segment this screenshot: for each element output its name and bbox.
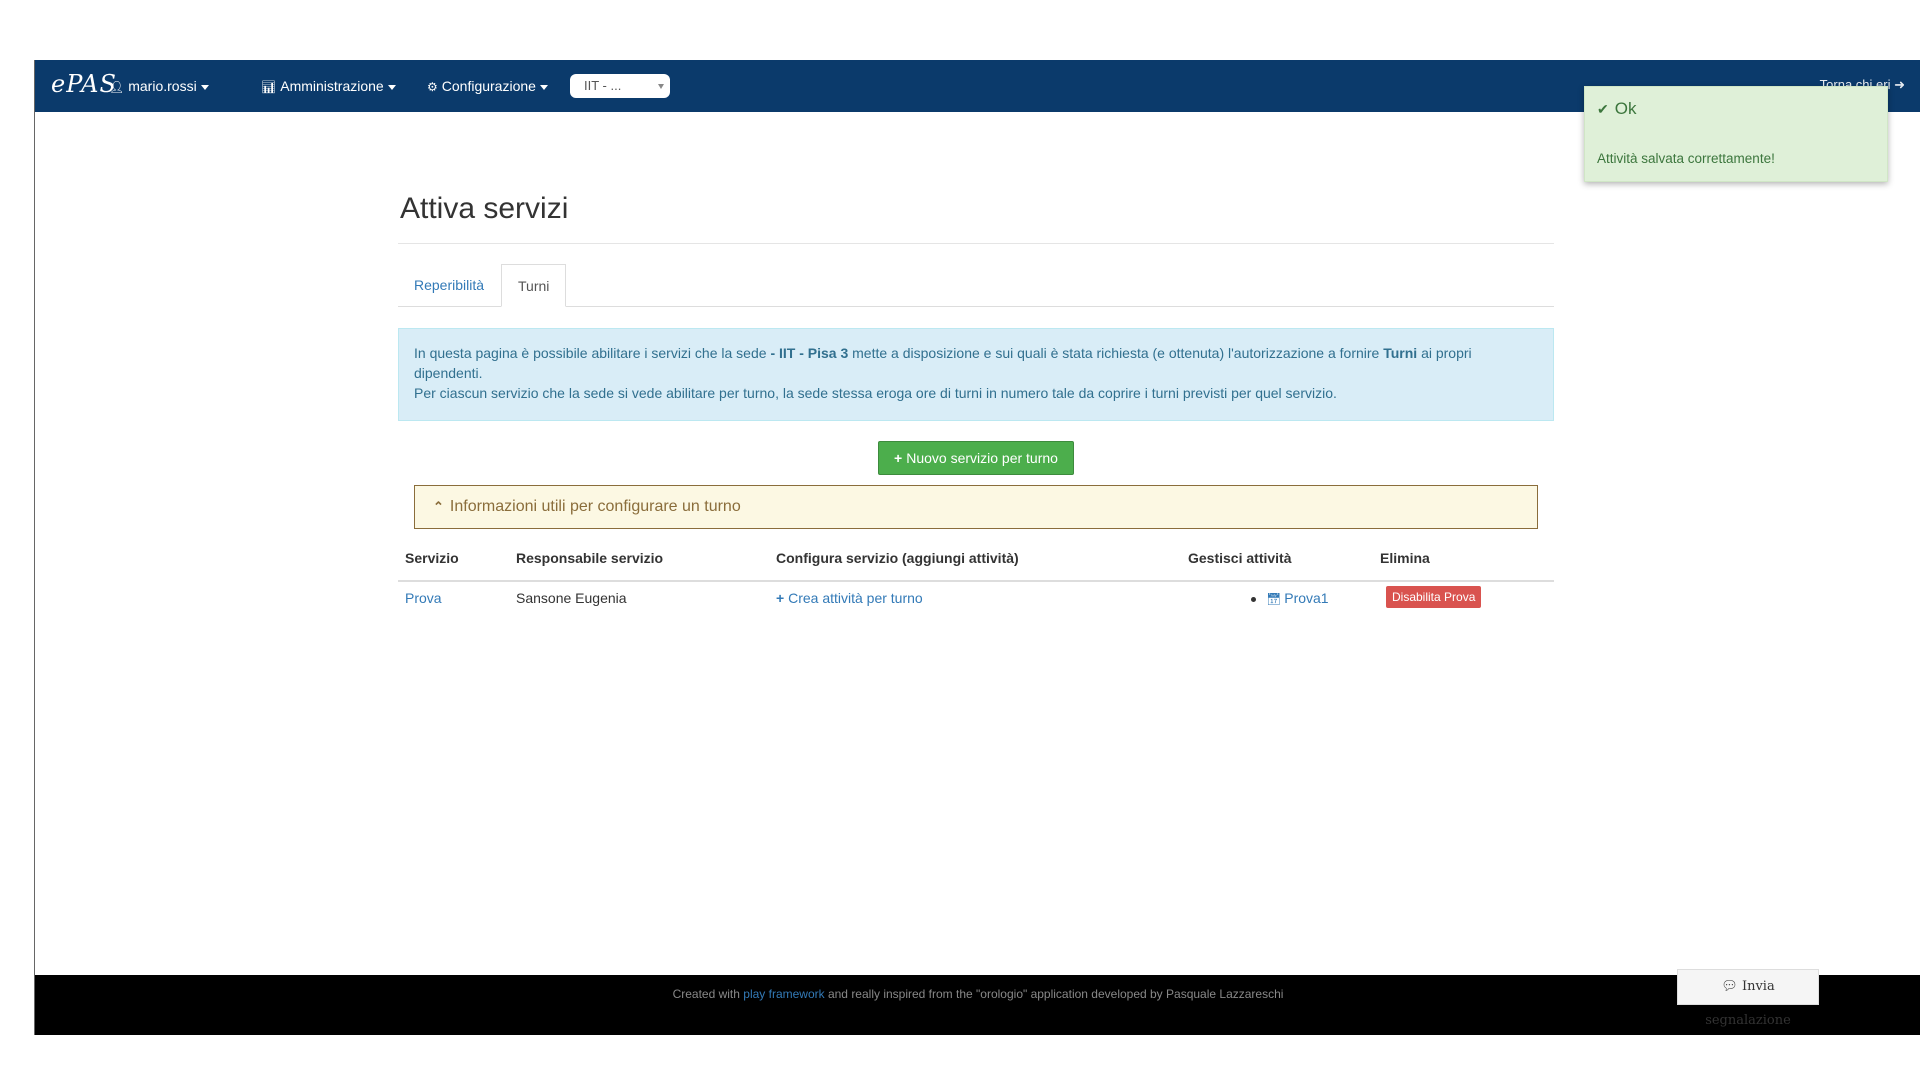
info-text-1: In questa pagina è possibile abilitare i… (414, 345, 771, 361)
plus-icon: + (894, 450, 903, 466)
info-text-2: mette a disposizione e sui quali è stata… (848, 345, 1384, 361)
bullet-icon (1251, 596, 1256, 602)
service-tabs: Reperibilità Turni (398, 264, 1554, 307)
header-configure: Configura servizio (aggiungi attività) (776, 550, 1019, 566)
app-frame: ePAS 👤︎ mario.rossi 📊︎ Amministrazione ⚙ Co… (34, 60, 1920, 1035)
brand-logo[interactable]: ePAS (51, 70, 117, 98)
send-report-button[interactable]: 💬︎ Invia segnalazione (1677, 969, 1819, 1028)
check-icon: ✔ (1597, 101, 1609, 117)
shift-config-help-panel[interactable]: ⌃ Informazioni utili per configurare un t… (414, 485, 1538, 529)
chevron-down-icon (539, 84, 548, 90)
activity-label: Prova1 (1284, 590, 1329, 606)
activity-list-item: 📅︎ Prova1 (1251, 590, 1329, 606)
help-panel-label: Informazioni utili per configurare un tu… (449, 498, 741, 515)
send-report-label: Invia segnalazione (1705, 979, 1791, 1028)
admin-menu-label: Amministrazione (280, 78, 384, 94)
info-text-4: Per ciascun servizio che la sede si vede… (414, 385, 1337, 401)
page-title: Attiva servizi (400, 192, 569, 226)
header-service: Servizio (405, 550, 459, 566)
create-activity-label: Crea attività per turno (788, 590, 923, 606)
header-delete: Elimina (1380, 550, 1430, 566)
info-alert: In questa pagina è possibile abilitare i… (398, 328, 1554, 421)
play-framework-link[interactable]: play framework (743, 987, 824, 1001)
chevron-down-icon (200, 84, 209, 90)
tab-reperibilita[interactable]: Reperibilità (398, 264, 500, 306)
gear-icon: ⚙ (427, 80, 438, 94)
comments-icon: 💬︎ (1721, 979, 1738, 994)
service-link[interactable]: Prova (405, 590, 442, 606)
footer: Created with play framework and really i… (35, 975, 1920, 1035)
success-toast: ✔ Ok Attività salvata correttamente! (1584, 86, 1888, 182)
toast-title-label: Ok (1614, 99, 1637, 118)
user-menu-label: mario.rossi (128, 78, 197, 94)
config-menu-label: Configurazione (441, 78, 536, 94)
activity-link[interactable]: 📅︎ Prova1 (1266, 590, 1329, 606)
footer-text-post: and really inspired from the "orologio" … (824, 987, 1284, 1001)
create-activity-link[interactable]: + Crea attività per turno (776, 590, 923, 606)
office-select-value: IIT - ... (584, 78, 622, 93)
plus-icon: + (776, 590, 789, 606)
tab-turni[interactable]: Turni (501, 264, 567, 307)
office-select[interactable]: IIT - ... (570, 74, 670, 98)
user-menu[interactable]: 👤︎ mario.rossi (109, 78, 209, 94)
title-divider (398, 243, 1554, 244)
new-shift-service-button[interactable]: + Nuovo servizio per turno (878, 441, 1074, 475)
footer-text-pre: Created with (672, 987, 744, 1001)
toast-message: Attività salvata correttamente! (1597, 151, 1775, 166)
select-caret-icon (658, 84, 664, 89)
info-service-type: Turni (1383, 345, 1418, 361)
service-manager: Sansone Eugenia (516, 590, 627, 606)
toast-title: ✔ Ok (1597, 99, 1636, 119)
table-header-divider (398, 580, 1554, 582)
footer-credits: Created with play framework and really i… (35, 987, 1920, 1001)
chevron-down-icon (387, 84, 396, 90)
chevron-up-icon: ⌃ (433, 499, 444, 514)
disable-service-button[interactable]: Disabilita Prova (1386, 586, 1482, 608)
bar-chart-icon: 📊︎ (261, 80, 277, 94)
admin-menu[interactable]: 📊︎ Amministrazione (261, 78, 396, 94)
sign-out-icon: ➜ (1894, 77, 1905, 92)
header-manager: Responsabile servizio (516, 550, 664, 566)
info-office: - IIT - Pisa 3 (770, 345, 849, 361)
user-icon: 👤︎ (109, 80, 125, 94)
header-activities: Gestisci attività (1188, 550, 1292, 566)
new-shift-service-label: Nuovo servizio per turno (906, 450, 1058, 466)
config-menu[interactable]: ⚙ Configurazione (427, 78, 548, 94)
calendar-icon: 📅︎ (1266, 592, 1282, 606)
